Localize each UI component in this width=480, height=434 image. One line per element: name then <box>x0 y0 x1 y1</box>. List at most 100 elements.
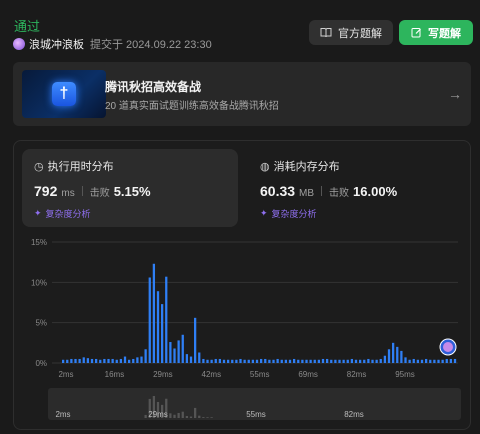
chart-bar[interactable] <box>198 352 201 363</box>
chart-bar[interactable] <box>445 358 448 363</box>
chart-bar[interactable] <box>123 356 127 363</box>
chart-bar[interactable] <box>425 358 428 363</box>
chart-bar[interactable] <box>90 358 94 363</box>
chart-bar[interactable] <box>251 359 255 363</box>
chart-bar[interactable] <box>383 355 387 363</box>
chart-bar[interactable] <box>82 357 85 363</box>
chart-bar[interactable] <box>429 359 432 363</box>
chart-bar[interactable] <box>453 358 457 363</box>
chart-bar[interactable] <box>70 358 73 363</box>
chart-bar[interactable] <box>62 359 65 363</box>
chart-bar[interactable] <box>119 358 123 363</box>
chart-bar[interactable] <box>165 276 168 363</box>
chart-bar[interactable] <box>334 359 337 363</box>
chart-bar[interactable] <box>247 359 250 363</box>
chart-bar[interactable] <box>86 358 90 363</box>
chart-bar[interactable] <box>206 359 209 363</box>
chart-bar[interactable] <box>338 359 341 363</box>
y-tick-label: 15% <box>31 238 47 247</box>
chart-bar[interactable] <box>132 358 135 363</box>
chart-bar[interactable] <box>173 348 176 363</box>
chart-bar[interactable] <box>74 358 77 363</box>
chart-bar[interactable] <box>239 358 242 363</box>
chart-bar[interactable] <box>144 349 147 363</box>
chart-bar[interactable] <box>227 359 230 363</box>
chart-bar[interactable] <box>99 359 102 363</box>
chart-bar[interactable] <box>255 359 259 363</box>
runtime-distribution-chart[interactable]: 15% 10% 5% 0% 2ms 16ms 29ms 42ms 55ms 69ms 82ms 95m… <box>0 0 480 434</box>
chart-bar[interactable] <box>210 359 213 363</box>
chart-bar[interactable] <box>437 359 440 363</box>
chart-bar[interactable] <box>433 359 436 363</box>
x-tick-label: 16ms <box>105 370 125 379</box>
chart-bar[interactable] <box>243 359 246 363</box>
chart-bar[interactable] <box>350 358 354 363</box>
chart-bar[interactable] <box>354 359 358 363</box>
chart-bar[interactable] <box>305 359 308 363</box>
chart-bar[interactable] <box>284 359 288 363</box>
chart-bar[interactable] <box>95 358 98 363</box>
chart-bar[interactable] <box>363 359 366 363</box>
chart-bar[interactable] <box>396 346 399 363</box>
chart-bar[interactable] <box>268 359 271 363</box>
chart-bar[interactable] <box>177 340 180 363</box>
chart-bar[interactable] <box>231 359 234 363</box>
chart-bar[interactable] <box>140 356 143 363</box>
chart-bar[interactable] <box>359 359 362 363</box>
chart-bar[interactable] <box>128 359 131 363</box>
chart-bar[interactable] <box>260 358 263 363</box>
chart-bar[interactable] <box>416 359 420 363</box>
chart-bar[interactable] <box>222 359 226 363</box>
chart-bar[interactable] <box>148 277 151 363</box>
chart-bar[interactable] <box>441 359 444 363</box>
chart-bar[interactable] <box>276 358 279 363</box>
chart-bar[interactable] <box>379 358 382 363</box>
chart-bar[interactable] <box>321 358 325 363</box>
chart-bar[interactable] <box>218 358 222 363</box>
chart-bar[interactable] <box>326 358 329 363</box>
chart-bar[interactable] <box>272 359 275 363</box>
chart-bar[interactable] <box>449 358 453 363</box>
chart-bar[interactable] <box>156 291 160 363</box>
chart-bar[interactable] <box>408 359 411 363</box>
chart-bar[interactable] <box>181 334 184 363</box>
chart-bar[interactable] <box>189 356 193 363</box>
chart-bar[interactable] <box>342 359 345 363</box>
chart-bar[interactable] <box>78 358 81 363</box>
chart-bar[interactable] <box>293 358 296 363</box>
chart-bar[interactable] <box>280 359 283 363</box>
chart-bar[interactable] <box>111 358 114 363</box>
chart-bar[interactable] <box>103 358 106 363</box>
chart-bar[interactable] <box>387 349 391 363</box>
chart-bar[interactable] <box>115 359 118 363</box>
chart-bar[interactable] <box>371 359 374 363</box>
user-avatar-marker[interactable] <box>439 338 457 356</box>
chart-bar[interactable] <box>202 358 205 363</box>
chart-bar[interactable] <box>404 357 407 363</box>
chart-bar[interactable] <box>412 358 415 363</box>
chart-bar[interactable] <box>367 358 370 363</box>
chart-bar[interactable] <box>152 263 156 363</box>
chart-bar[interactable] <box>235 359 238 363</box>
chart-bar[interactable] <box>313 359 316 363</box>
chart-bar[interactable] <box>420 359 424 363</box>
chart-bar[interactable] <box>169 342 172 363</box>
chart-bar[interactable] <box>317 359 321 363</box>
chart-bar[interactable] <box>301 359 304 363</box>
chart-bar[interactable] <box>400 350 403 363</box>
chart-bar[interactable] <box>297 359 300 363</box>
chart-bar[interactable] <box>330 359 333 363</box>
chart-bar[interactable] <box>185 354 189 363</box>
chart-bar[interactable] <box>194 317 197 363</box>
chart-bar[interactable] <box>214 358 217 363</box>
chart-bar[interactable] <box>136 357 139 363</box>
chart-bar[interactable] <box>375 359 378 363</box>
chart-bar[interactable] <box>161 304 164 363</box>
chart-bar[interactable] <box>288 359 292 363</box>
chart-bar[interactable] <box>264 358 267 363</box>
chart-bar[interactable] <box>66 359 69 363</box>
chart-bar[interactable] <box>309 359 312 363</box>
chart-bar[interactable] <box>346 359 349 363</box>
chart-bar[interactable] <box>107 358 110 363</box>
chart-bar[interactable] <box>392 342 395 363</box>
